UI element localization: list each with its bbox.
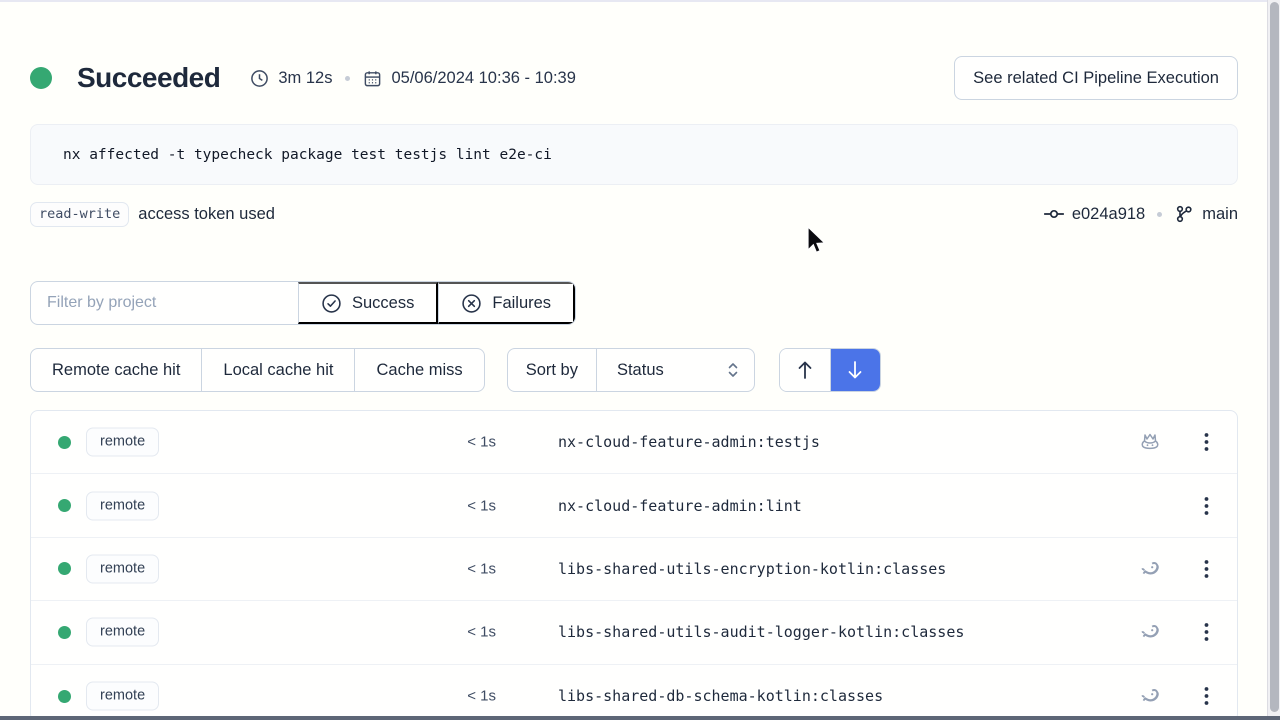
filter-failures-label: Failures	[492, 294, 551, 313]
check-circle-icon	[321, 293, 342, 314]
branch-name[interactable]: main	[1202, 205, 1238, 224]
sort-by-label: Sort by	[508, 349, 596, 391]
row-menu-button[interactable]	[1191, 427, 1221, 457]
duration-value: 3m 12s	[278, 69, 332, 88]
tool-icon-slot	[1136, 492, 1164, 520]
kebab-menu-icon	[1204, 686, 1209, 706]
scrollbar-thumb[interactable]	[1270, 2, 1279, 712]
task-status-dot	[58, 436, 71, 449]
commit-icon	[1044, 204, 1064, 224]
cache-filter-group: Remote cache hit Local cache hit Cache m…	[30, 348, 485, 392]
filter-project-input[interactable]	[31, 282, 298, 324]
sort-direction-group	[779, 348, 881, 392]
clock-icon	[250, 69, 269, 88]
cache-source-badge: remote	[86, 428, 159, 457]
task-status-dot	[58, 499, 71, 512]
task-name: nx-cloud-feature-admin:testjs	[558, 433, 820, 451]
mouse-cursor	[806, 226, 830, 256]
status-dot	[30, 67, 52, 89]
gradle-icon	[1137, 619, 1163, 645]
date-range-value: 05/06/2024 10:36 - 10:39	[391, 69, 575, 88]
local-cache-hit-button[interactable]: Local cache hit	[201, 349, 354, 391]
arrow-down-icon	[845, 359, 865, 381]
task-name: libs-shared-utils-audit-logger-kotlin:cl…	[558, 623, 964, 641]
related-pipeline-button[interactable]: See related CI Pipeline Execution	[954, 56, 1238, 100]
command-text: nx affected -t typecheck package test te…	[63, 147, 552, 163]
task-row[interactable]: remote < 1s libs-shared-db-schema-kotlin…	[31, 665, 1237, 720]
task-status-dot	[58, 690, 71, 703]
dot-separator	[1157, 212, 1162, 217]
jest-icon	[1137, 429, 1163, 455]
kebab-menu-icon	[1204, 622, 1209, 642]
sort-field-select[interactable]: Status	[596, 349, 754, 391]
task-duration: < 1s	[426, 497, 496, 514]
arrow-up-icon	[795, 359, 815, 381]
command-box: nx affected -t typecheck package test te…	[30, 124, 1238, 185]
task-duration: < 1s	[426, 434, 496, 451]
task-row[interactable]: remote < 1s nx-cloud-feature-admin:testj…	[31, 411, 1237, 474]
task-status-dot	[58, 626, 71, 639]
gradle-icon	[1137, 556, 1163, 582]
token-text: access token used	[138, 205, 275, 224]
run-status-title: Succeeded	[77, 62, 220, 94]
task-name: nx-cloud-feature-admin:lint	[558, 497, 802, 515]
filter-success-button[interactable]: Success	[298, 282, 438, 324]
tool-icon-slot	[1136, 618, 1164, 646]
tool-icon-slot	[1136, 428, 1164, 456]
task-row[interactable]: remote < 1s libs-shared-utils-audit-logg…	[31, 601, 1237, 664]
toolbar: Remote cache hit Local cache hit Cache m…	[30, 348, 1238, 392]
cache-source-badge: remote	[86, 682, 159, 711]
calendar-icon	[363, 69, 382, 88]
task-duration: < 1s	[426, 624, 496, 641]
row-menu-button[interactable]	[1191, 681, 1221, 711]
duration-meta: 3m 12s 05/06/2024 10:36 - 10:39	[250, 69, 576, 88]
top-divider	[0, 0, 1280, 2]
sort-field-value: Status	[617, 361, 664, 380]
sort-ascending-button[interactable]	[780, 349, 830, 391]
task-name: libs-shared-db-schema-kotlin:classes	[558, 687, 883, 705]
sort-descending-button[interactable]	[830, 349, 880, 391]
row-menu-button[interactable]	[1191, 491, 1221, 521]
kebab-menu-icon	[1204, 496, 1209, 516]
tool-icon-slot	[1136, 682, 1164, 710]
kebab-menu-icon	[1204, 559, 1209, 579]
tool-icon-slot	[1136, 555, 1164, 583]
kebab-menu-icon	[1204, 432, 1209, 452]
task-row[interactable]: remote < 1s libs-shared-utils-encryption…	[31, 538, 1237, 601]
task-duration: < 1s	[426, 688, 496, 705]
task-name: libs-shared-utils-encryption-kotlin:clas…	[558, 560, 946, 578]
filter-bar: Success Failures	[30, 281, 576, 325]
task-row[interactable]: remote < 1s nx-cloud-feature-admin:lint	[31, 474, 1237, 537]
row-menu-button[interactable]	[1191, 617, 1221, 647]
run-header: Succeeded 3m 12s 05/06/2024 10:36 - 10:3…	[30, 55, 1238, 101]
task-duration: < 1s	[426, 560, 496, 577]
row-menu-button[interactable]	[1191, 554, 1221, 584]
remote-cache-hit-button[interactable]: Remote cache hit	[31, 349, 201, 391]
token-row: read-write access token used e024a918 ma…	[30, 198, 1238, 230]
cache-source-badge: remote	[86, 618, 159, 647]
cache-source-badge: remote	[86, 554, 159, 583]
gradle-icon	[1137, 683, 1163, 709]
sort-group: Sort by Status	[507, 348, 755, 392]
vcs-info: e024a918 main	[1044, 204, 1238, 224]
token-scope-badge: read-write	[30, 202, 129, 227]
task-list: remote < 1s nx-cloud-feature-admin:testj…	[30, 410, 1238, 720]
commit-hash[interactable]: e024a918	[1072, 205, 1145, 224]
branch-icon	[1174, 204, 1194, 224]
x-circle-icon	[461, 293, 482, 314]
filter-failures-button[interactable]: Failures	[438, 282, 575, 324]
chevron-updown-icon	[726, 361, 740, 379]
task-status-dot	[58, 562, 71, 575]
cache-miss-button[interactable]: Cache miss	[354, 349, 483, 391]
dot-separator	[345, 76, 350, 81]
window-bottom-edge	[0, 716, 1280, 720]
cache-source-badge: remote	[86, 491, 159, 520]
filter-success-label: Success	[352, 294, 414, 313]
vertical-scrollbar[interactable]	[1267, 0, 1280, 720]
